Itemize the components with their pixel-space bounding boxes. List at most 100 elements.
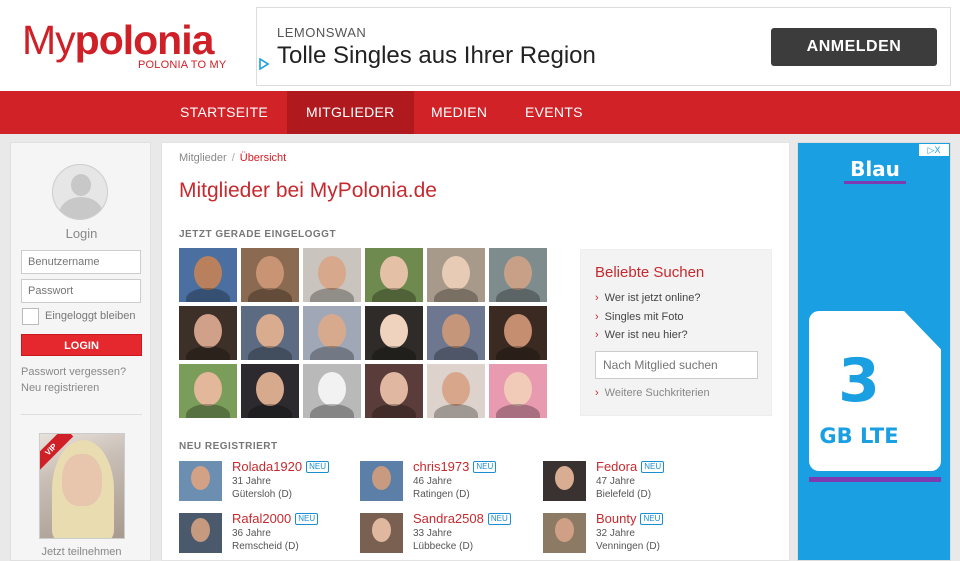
new-member-card[interactable]: Bounty NEU 32 Jahre Venningen (D) (543, 511, 721, 559)
member-thumbnail[interactable] (543, 513, 586, 553)
site-logo[interactable]: Mypolonia POLONIA TO MY (22, 17, 226, 71)
member-location: Lübbecke (D) (413, 541, 474, 552)
member-photo[interactable] (179, 248, 237, 302)
member-photo[interactable] (365, 248, 423, 302)
search-link-online[interactable]: › Wer ist jetzt online? (595, 292, 700, 304)
remember-label: Eingeloggt bleiben (45, 310, 136, 322)
member-location: Ratingen (D) (413, 489, 470, 500)
nav-mitglieder[interactable]: MITGLIEDER (287, 91, 414, 134)
member-name[interactable]: Rolada1920 NEU (232, 459, 330, 474)
default-avatar-icon (52, 164, 108, 220)
member-thumbnail[interactable] (360, 461, 403, 501)
ad-data-unit: GB LTE (819, 424, 899, 448)
member-photo[interactable] (179, 364, 237, 418)
new-badge: NEU (306, 461, 330, 473)
adchoices-icon[interactable] (259, 58, 269, 70)
sidebar-divider (21, 414, 142, 415)
member-search-input[interactable] (595, 351, 758, 379)
member-age: 36 Jahre (232, 528, 271, 539)
member-name[interactable]: Sandra2508 NEU (413, 511, 511, 526)
member-photo[interactable] (241, 248, 299, 302)
member-location: Venningen (D) (596, 541, 660, 552)
join-now-link[interactable]: Jetzt teilnehmen (11, 546, 152, 558)
logo-part-my: My (22, 17, 76, 63)
popular-searches-title: Beliebte Suchen (595, 264, 705, 281)
member-photo[interactable] (303, 306, 361, 360)
member-thumbnail[interactable] (179, 461, 222, 501)
login-button[interactable]: LOGIN (21, 334, 142, 356)
member-photo[interactable] (427, 248, 485, 302)
member-thumbnail[interactable] (179, 513, 222, 553)
online-members-grid (179, 248, 551, 419)
logo-part-polonia: polonia (74, 17, 215, 63)
member-location: Remscheid (D) (232, 541, 299, 552)
member-photo[interactable] (365, 364, 423, 418)
password-input[interactable] (21, 279, 141, 303)
ad-headline[interactable]: Tolle Singles aus Ihrer Region (277, 42, 596, 70)
breadcrumb: Mitglieder / Übersicht (179, 152, 286, 164)
member-photo[interactable] (241, 364, 299, 418)
logo-text: Mypolonia (22, 17, 215, 63)
member-name[interactable]: Bounty NEU (596, 511, 664, 526)
login-title: Login (65, 226, 98, 241)
ad-brand-underline (844, 181, 906, 184)
member-name[interactable]: Rafal2000 NEU (232, 511, 319, 526)
nav-events[interactable]: EVENTS (506, 91, 602, 134)
member-photo[interactable] (303, 248, 361, 302)
username-input[interactable] (21, 250, 141, 274)
chevron-right-icon: › (595, 329, 599, 341)
new-badge: NEU (641, 461, 665, 473)
new-member-card[interactable]: Rolada1920 NEU 31 Jahre Gütersloh (D) (179, 459, 357, 507)
new-registered-heading: NEU REGISTRIERT (179, 441, 278, 452)
member-name[interactable]: chris1973 NEU (413, 459, 497, 474)
nav-medien[interactable]: MEDIEN (412, 91, 506, 134)
member-photo[interactable] (489, 364, 547, 418)
member-photo[interactable] (427, 306, 485, 360)
ad-data-amount: 3 (838, 346, 880, 416)
ad-brand-logo: Blau (850, 157, 900, 181)
new-badge: NEU (473, 461, 497, 473)
breadcrumb-current[interactable]: Übersicht (240, 152, 286, 164)
search-link-label: Wer ist neu hier? (604, 329, 688, 341)
more-criteria-link[interactable]: › Weitere Suchkriterien (595, 387, 710, 399)
adchoices-close-icon[interactable]: ▷X (919, 144, 949, 156)
nav-startseite[interactable]: STARTSEITE (161, 91, 287, 134)
member-photo[interactable] (303, 364, 361, 418)
right-banner-ad[interactable]: ▷X Blau 3 GB LTE (797, 142, 951, 561)
search-link-with-photo[interactable]: › Singles mit Foto (595, 311, 684, 323)
online-now-heading: JETZT GERADE EINGELOGGT (179, 229, 337, 240)
popular-searches-box: Beliebte Suchen › Wer ist jetzt online? ›… (580, 249, 772, 416)
member-name[interactable]: Fedora NEU (596, 459, 665, 474)
forgot-password-link[interactable]: Passwort vergessen? (21, 366, 126, 378)
breadcrumb-parent[interactable]: Mitglieder (179, 152, 227, 164)
ad-register-button[interactable]: ANMELDEN (771, 28, 937, 66)
member-photo[interactable] (489, 306, 547, 360)
member-age: 46 Jahre (413, 476, 452, 487)
member-photo[interactable] (365, 306, 423, 360)
new-member-card[interactable]: chris1973 NEU 46 Jahre Ratingen (D) (360, 459, 538, 507)
member-thumbnail[interactable] (360, 513, 403, 553)
chevron-right-icon: › (595, 387, 599, 399)
member-age: 33 Jahre (413, 528, 452, 539)
member-photo[interactable] (489, 248, 547, 302)
remember-checkbox[interactable] (22, 308, 39, 325)
new-member-card[interactable]: Sandra2508 NEU 33 Jahre Lübbecke (D) (360, 511, 538, 559)
member-age: 31 Jahre (232, 476, 271, 487)
member-photo[interactable] (241, 306, 299, 360)
member-thumbnail[interactable] (543, 461, 586, 501)
page-title: Mitglieder bei MyPolonia.de (179, 179, 437, 202)
member-photo[interactable] (179, 306, 237, 360)
chevron-right-icon: › (595, 311, 599, 323)
new-member-card[interactable]: Fedora NEU 47 Jahre Bielefeld (D) (543, 459, 721, 507)
new-member-card[interactable]: Rafal2000 NEU 36 Jahre Remscheid (D) (179, 511, 357, 559)
vip-photo[interactable]: VIP (39, 433, 125, 539)
site-header: Mypolonia POLONIA TO MY LEMONSWAN Tolle … (0, 0, 960, 91)
member-location: Bielefeld (D) (596, 489, 652, 500)
search-link-label: Wer ist jetzt online? (604, 292, 701, 304)
member-photo[interactable] (427, 364, 485, 418)
register-link[interactable]: Neu registrieren (21, 382, 99, 394)
new-badge: NEU (295, 513, 319, 525)
search-link-new[interactable]: › Wer ist neu hier? (595, 329, 688, 341)
more-criteria-label: Weitere Suchkriterien (604, 387, 710, 399)
top-banner-ad[interactable]: LEMONSWAN Tolle Singles aus Ihrer Region… (256, 7, 951, 86)
